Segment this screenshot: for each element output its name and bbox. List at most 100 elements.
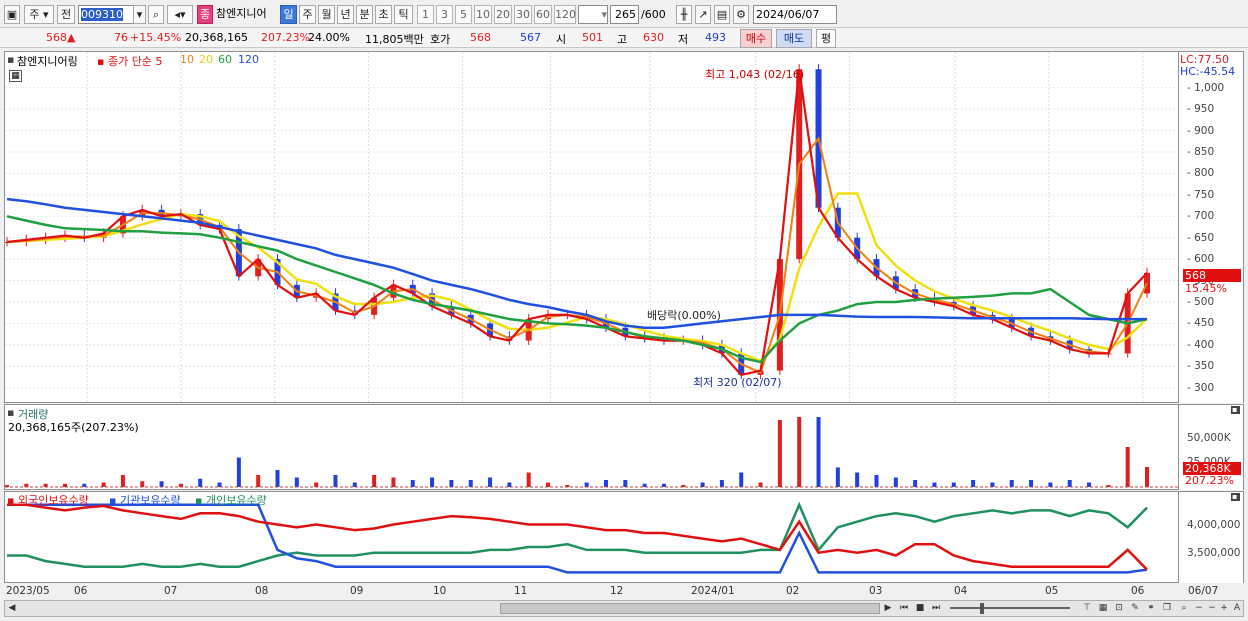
code-dropdown-icon[interactable]: ▾ bbox=[133, 5, 146, 24]
trade-amount: 11,805백만 bbox=[365, 33, 424, 46]
stop-icon[interactable]: ■ bbox=[913, 601, 927, 616]
minute-3-button[interactable]: 3 bbox=[436, 5, 453, 24]
scroll-thumb[interactable] bbox=[500, 603, 880, 614]
zoom-slider-handle[interactable] bbox=[980, 603, 984, 614]
institution-legend: ▪ 기관보유수량 bbox=[109, 494, 181, 507]
hc-label: HC:-45.54 bbox=[1180, 65, 1236, 78]
scroll-first-icon[interactable]: ⏮ bbox=[897, 601, 911, 616]
ma5-line bbox=[6, 69, 1148, 377]
save-icon[interactable]: ▤ bbox=[714, 5, 730, 24]
y-tick: - 750 bbox=[1187, 188, 1215, 201]
pane-maximize-icon[interactable]: ▪ bbox=[1231, 406, 1240, 414]
y-tick: - 700 bbox=[1187, 210, 1215, 223]
buy-button[interactable]: 매수 bbox=[740, 29, 772, 48]
font-size-icon[interactable]: A bbox=[1230, 601, 1244, 616]
window-menu-icon[interactable]: ▣ bbox=[4, 5, 20, 24]
stock-code-input[interactable]: 009310 bbox=[78, 5, 136, 24]
volume-readout: 20,368,165주(207.23%) bbox=[8, 421, 139, 434]
volume-bar bbox=[855, 472, 860, 487]
period-second-tab[interactable]: 초 bbox=[375, 5, 392, 24]
table-toggle-icon[interactable]: ▦ bbox=[9, 70, 22, 82]
copy-icon[interactable]: ❐ bbox=[1160, 601, 1174, 616]
ma10-legend: 10 bbox=[180, 53, 194, 66]
price-chart-svg bbox=[5, 52, 1178, 402]
link-icon[interactable]: ⚭ bbox=[1144, 601, 1158, 616]
holdings-pane[interactable]: ▪ 외국인보유수량 ▪ 기관보유수량 ▪ 개인보유수량 bbox=[4, 491, 1179, 583]
sell-button[interactable]: 매도 bbox=[776, 29, 812, 48]
zoom-slider-track[interactable] bbox=[950, 607, 1070, 609]
period-month-tab[interactable]: 월 bbox=[318, 5, 335, 24]
current-price-tag: 568 bbox=[1183, 269, 1241, 282]
scroll-left-icon[interactable]: ◀ bbox=[5, 601, 19, 616]
price-change: 76 bbox=[114, 31, 128, 44]
volume-bar bbox=[932, 482, 937, 487]
minute-10-button[interactable]: 10 bbox=[474, 5, 492, 24]
x-label: 12 bbox=[610, 585, 624, 597]
holdings-maximize-icon[interactable]: ▪ bbox=[1231, 493, 1240, 501]
pane-close-icon[interactable]: ▪ bbox=[7, 53, 14, 66]
low-price: 493 bbox=[705, 31, 726, 44]
volume-bar bbox=[835, 467, 840, 487]
speaker-icon[interactable]: ◂▾ bbox=[167, 5, 193, 24]
date-input[interactable]: 2024/06/07 bbox=[753, 5, 837, 24]
period-week-tab[interactable]: 주 bbox=[299, 5, 316, 24]
y-tick: - 800 bbox=[1187, 167, 1215, 180]
minute-120-button[interactable]: 120 bbox=[554, 5, 576, 24]
zoom-icon[interactable]: ⌕ bbox=[1177, 601, 1191, 616]
eval-button[interactable]: 평 bbox=[816, 29, 836, 48]
minute-60-button[interactable]: 60 bbox=[534, 5, 552, 24]
count-input[interactable]: 265 bbox=[610, 5, 639, 24]
ruler-icon[interactable]: ⊡ bbox=[1112, 601, 1126, 616]
quote-bar: 568 ▲ 76 +15.45% 20,368,165 207.23% 24.0… bbox=[0, 28, 1248, 48]
chart-scrollbar[interactable]: ◀ ▶ ⏮ ■ ⏭ ⊤ ▦ ⊡ ✎ ⚭ ❐ ⌕ − − + A bbox=[4, 600, 1244, 617]
x-label: 2023/05 bbox=[6, 585, 50, 597]
volume-tick-50000k: 50,000K bbox=[1187, 432, 1231, 444]
interval-select[interactable]: ▾ bbox=[578, 5, 608, 24]
pin-icon[interactable]: ⊤ bbox=[1080, 601, 1094, 616]
volume-pane[interactable]: ▪ 거래량 20,368,165주(207.23%) bbox=[4, 404, 1179, 490]
period-minute-tab[interactable]: 분 bbox=[356, 5, 373, 24]
current-price: 568 bbox=[46, 31, 67, 44]
y-tick: - 950 bbox=[1187, 103, 1215, 116]
minute-20-button[interactable]: 20 bbox=[494, 5, 512, 24]
draw-tool-icon[interactable]: ↗ bbox=[695, 5, 711, 24]
volume-bar bbox=[951, 482, 956, 487]
ask-price: 568 bbox=[470, 31, 491, 44]
scroll-right-icon[interactable]: ▶ bbox=[881, 601, 895, 616]
volume-bar bbox=[777, 420, 782, 487]
volume-bar bbox=[101, 482, 106, 487]
search-icon[interactable]: ⌕ bbox=[148, 5, 164, 24]
market-select[interactable]: 주 ▾ bbox=[24, 5, 54, 24]
volume-bar bbox=[333, 475, 338, 487]
volume-bar bbox=[990, 482, 995, 487]
period-year-tab[interactable]: 년 bbox=[337, 5, 354, 24]
stock-legend: 참엔지니어링 bbox=[17, 55, 78, 68]
minute-30-button[interactable]: 30 bbox=[514, 5, 532, 24]
minute-5-button[interactable]: 5 bbox=[455, 5, 472, 24]
candle-icon[interactable]: ╫ bbox=[676, 5, 692, 24]
price-chart-pane[interactable]: ▪ 참엔지니어링 ▪ 종가 단순 5 10 20 60 120 ▦ 최고 1,0… bbox=[4, 51, 1179, 403]
foreign-line bbox=[7, 503, 1148, 571]
y-tick: - 400 bbox=[1187, 338, 1215, 351]
zoom-out-icon[interactable]: − bbox=[1192, 601, 1206, 616]
volume-bar bbox=[314, 482, 319, 487]
period-tick-tab[interactable]: 틱 bbox=[394, 5, 413, 24]
volume-bar bbox=[120, 475, 125, 487]
high-price: 630 bbox=[643, 31, 664, 44]
period-day-tab[interactable]: 일 bbox=[280, 5, 297, 24]
foreign-legend-label: 외국인보유수량 bbox=[17, 494, 89, 507]
compare-button[interactable]: 전 bbox=[57, 5, 75, 24]
x-label: 05 bbox=[1045, 585, 1059, 597]
grid-icon[interactable]: ▦ bbox=[1096, 601, 1110, 616]
volume-bar bbox=[526, 472, 531, 487]
scroll-last-icon[interactable]: ⏭ bbox=[929, 601, 943, 616]
percent-tag: 15.45% bbox=[1185, 282, 1227, 295]
gear-icon[interactable]: ⚙ bbox=[733, 5, 749, 24]
volume-bar bbox=[797, 417, 802, 487]
draw-icon[interactable]: ✎ bbox=[1128, 601, 1142, 616]
volume-bar bbox=[700, 482, 705, 487]
holdings-chart-svg bbox=[7, 501, 1148, 574]
zoom-in-icon[interactable]: + bbox=[1217, 601, 1231, 616]
open-label: 시 bbox=[556, 33, 567, 46]
minute-1-button[interactable]: 1 bbox=[417, 5, 434, 24]
